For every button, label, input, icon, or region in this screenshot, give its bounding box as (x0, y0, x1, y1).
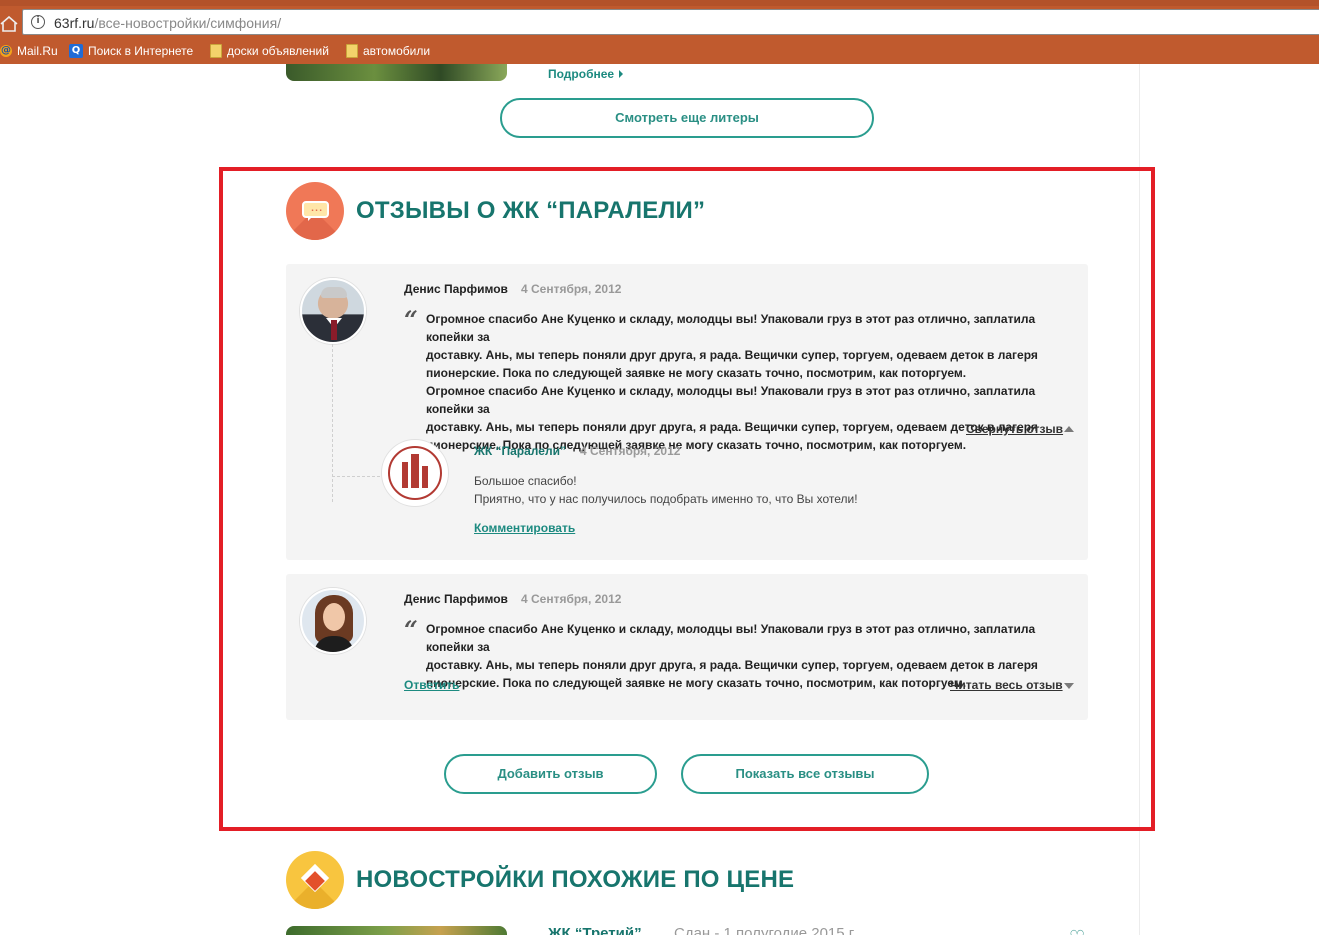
review-text-line: пионерские. Пока по следующей заявке не … (426, 366, 967, 380)
bookmark-label: Mail.Ru (17, 44, 58, 58)
more-link-label: Подробнее (548, 67, 615, 81)
thread-line (332, 476, 380, 477)
url-path: /все-новостройки/симфония/ (94, 15, 282, 31)
avatar (300, 278, 366, 344)
quote-icon: “ (404, 305, 418, 334)
reply-text: Большое спасибо! Приятно, что у нас полу… (474, 472, 1034, 508)
bookmark-label: доски объявлений (227, 44, 329, 58)
chevron-up-icon[interactable] (1064, 426, 1074, 432)
reply-text-line: Большое спасибо! (474, 474, 577, 488)
quote-icon: “ (404, 615, 418, 644)
home-icon[interactable] (0, 16, 18, 32)
chevron-down-icon[interactable] (1064, 683, 1074, 689)
folder-icon (346, 44, 358, 58)
building-title[interactable]: ЖК “Третий” (548, 925, 642, 935)
bookmark-label: Поиск в Интернете (88, 44, 194, 58)
reply-link[interactable]: Ответить (404, 678, 459, 692)
reviews-section-title: ОТЗЫВЫ О ЖК “ПАРАЛЕЛИ” (356, 197, 706, 224)
search-icon: Q (69, 44, 83, 58)
bookmark-label: автомобили (363, 44, 431, 58)
review-text-line: Огромное спасибо Ане Куценко и складу, м… (426, 312, 1036, 344)
similar-section-title: НОВОСТРОЙКИ ПОХОЖИЕ ПО ЦЕНЕ (356, 866, 795, 893)
review-card: Денис Парфимов 4 Сентября, 2012 “ Огромн… (286, 574, 1088, 720)
mailru-icon: @ (0, 45, 12, 57)
review-text-line: Огромное спасибо Ане Куценко и складу, м… (426, 384, 1036, 416)
building-meta: Сдан - 1 полугодие 2015 г. (674, 925, 857, 935)
company-logo-avatar (382, 440, 448, 506)
info-icon[interactable]: i (31, 15, 45, 29)
bookmark-mailru[interactable]: @ Mail.Ru (0, 42, 58, 60)
bookmark-cars[interactable]: автомобили (346, 42, 430, 60)
bookmarks-bar: @ Mail.Ru Q Поиск в Интернете доски объя… (0, 38, 1319, 62)
folder-icon (210, 44, 222, 58)
heart-icon[interactable]: ♡ (1069, 928, 1087, 935)
review-date: 4 Сентября, 2012 (521, 592, 622, 606)
chevron-right-icon (619, 70, 624, 78)
collapse-review-link[interactable]: Свернуть отзыв (966, 422, 1063, 436)
url-host: 63rf.ru (54, 15, 95, 31)
review-card: Денис Парфимов 4 Сентября, 2012 “ Огромн… (286, 264, 1088, 560)
avatar (300, 588, 366, 654)
bookmark-search[interactable]: Q Поиск в Интернете (69, 42, 193, 60)
review-author: Денис Парфимов (404, 592, 508, 606)
bookmark-boards[interactable]: доски объявлений (210, 42, 329, 60)
read-full-review-link[interactable]: Читать весь отзыв (950, 678, 1063, 692)
reply-date: 4 Сентября, 2012 (580, 444, 681, 458)
reviews-chat-icon: ··· (286, 182, 344, 240)
review-text-line: Огромное спасибо Ане Куценко и складу, м… (426, 622, 1036, 654)
similar-price-icon (286, 851, 344, 909)
address-row: i 63rf.ru/все-новостройки/симфония/ (0, 6, 1319, 38)
comment-link[interactable]: Комментировать (474, 521, 575, 535)
show-more-literals-button[interactable]: Смотреть еще литеры (500, 98, 874, 138)
reply-author[interactable]: ЖК “Паралели” (474, 444, 566, 458)
review-date: 4 Сентября, 2012 (521, 282, 622, 296)
literal-photo[interactable] (286, 64, 507, 81)
reply-text-line: Приятно, что у нас получилось подобрать … (474, 492, 858, 506)
review-text-line: доставку. Ань, мы теперь поняли друг дру… (426, 658, 1038, 672)
thread-line (332, 344, 333, 502)
address-bar[interactable]: i 63rf.ru/все-новостройки/симфония/ (22, 9, 1319, 35)
review-text-line: доставку. Ань, мы теперь поняли друг дру… (426, 348, 1038, 362)
building-photo[interactable] (286, 926, 507, 935)
browser-chrome: i 63rf.ru/все-новостройки/симфония/ @ Ma… (0, 0, 1319, 64)
show-all-reviews-button[interactable]: Показать все отзывы (681, 754, 929, 794)
url-text[interactable]: 63rf.ru/все-новостройки/симфония/ (54, 15, 281, 31)
review-author: Денис Парфимов (404, 282, 508, 296)
more-link[interactable]: Подробнее (548, 67, 624, 81)
add-review-button[interactable]: Добавить отзыв (444, 754, 657, 794)
